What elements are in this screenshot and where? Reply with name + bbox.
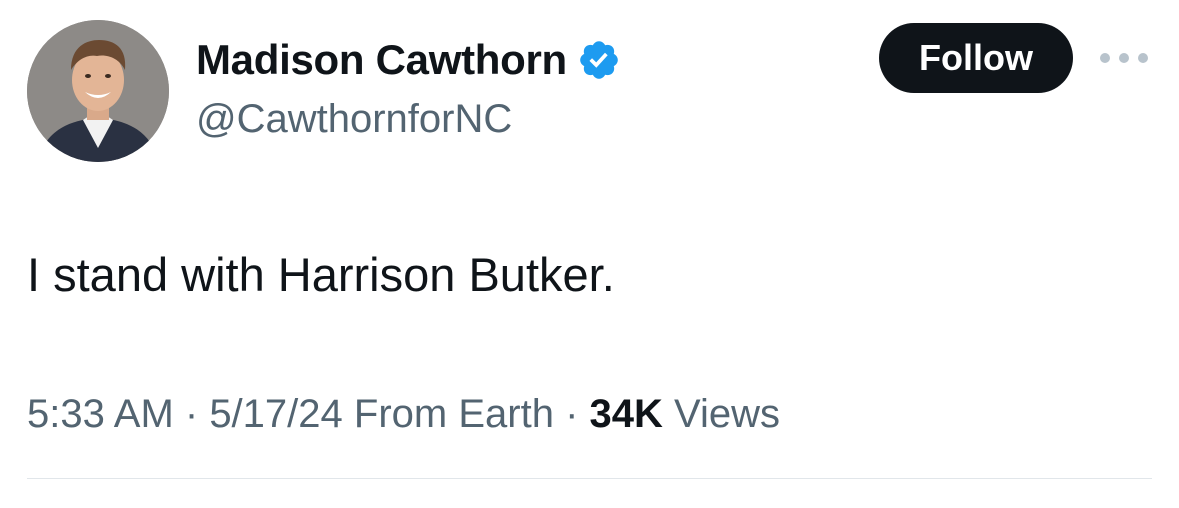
dot	[1138, 53, 1148, 63]
more-dots-icon[interactable]	[1100, 44, 1148, 72]
avatar[interactable]	[27, 20, 169, 162]
divider	[27, 478, 1152, 479]
follow-button[interactable]: Follow	[879, 23, 1073, 93]
display-name[interactable]: Madison Cawthorn	[196, 36, 567, 84]
author-handle[interactable]: @CawthornforNC	[196, 96, 512, 142]
tweet-source: From Earth	[353, 392, 554, 436]
tweet-text: I stand with Harrison Butker.	[27, 248, 615, 301]
tweet-meta: 5:33 AM · 5/17/24 From Earth · 34K Views	[27, 390, 780, 438]
tweet-date[interactable]: 5/17/24	[209, 392, 342, 436]
tweet-time[interactable]: 5:33 AM	[27, 392, 174, 436]
meta-separator: ·	[553, 392, 590, 436]
dot	[1100, 53, 1110, 63]
views-label: Views	[674, 392, 780, 436]
verified-badge-icon[interactable]	[577, 38, 621, 82]
dot	[1119, 53, 1129, 63]
author-name-row: Madison Cawthorn	[196, 36, 621, 84]
meta-separator: ·	[173, 392, 210, 436]
profile-photo	[27, 20, 169, 162]
views-count[interactable]: 34K	[590, 392, 663, 436]
